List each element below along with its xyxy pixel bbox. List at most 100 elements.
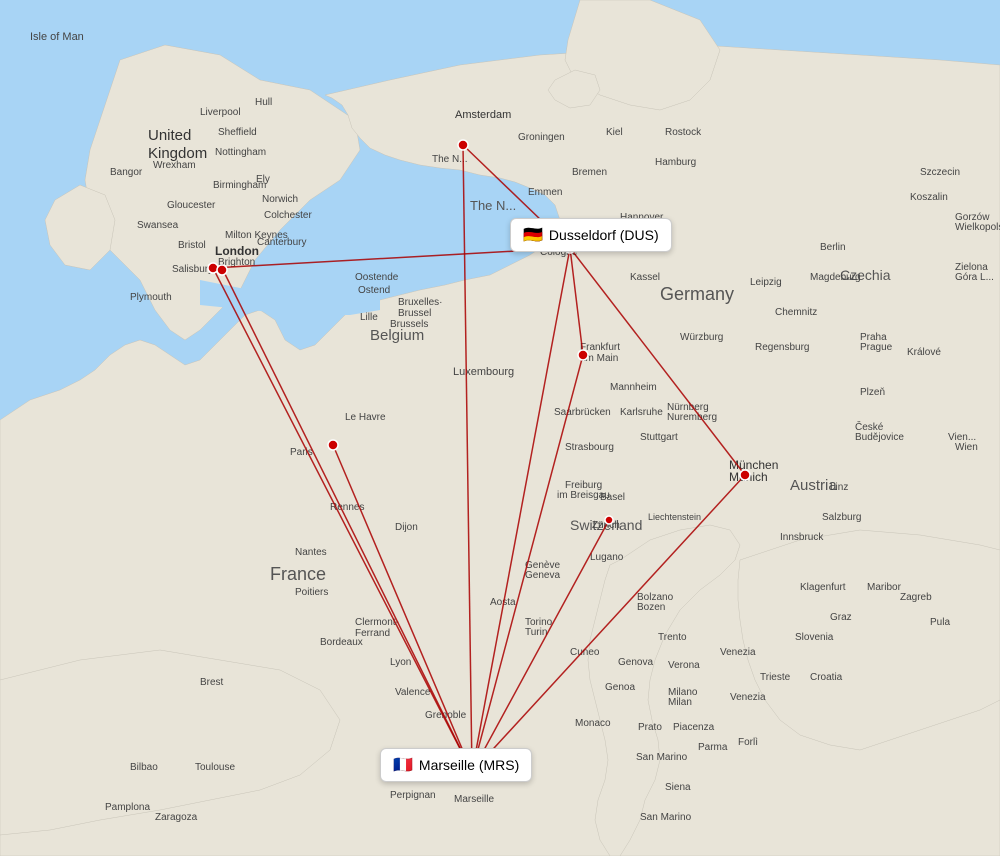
svg-text:Nottingham: Nottingham — [215, 147, 266, 158]
svg-text:Pula: Pula — [930, 617, 950, 628]
svg-text:Croatia: Croatia — [810, 672, 843, 683]
svg-text:Trieste: Trieste — [760, 672, 791, 683]
svg-text:Gloucester: Gloucester — [167, 200, 216, 211]
svg-text:Perpignan: Perpignan — [390, 790, 436, 801]
svg-text:Dijon: Dijon — [395, 522, 418, 533]
svg-text:Bilbao: Bilbao — [130, 762, 158, 773]
svg-text:Amsterdam: Amsterdam — [455, 109, 511, 121]
svg-text:Bielefeld: Bielefeld — [608, 242, 646, 253]
svg-text:Venezia: Venezia — [720, 647, 756, 658]
svg-text:Genova: Genova — [618, 657, 653, 668]
svg-text:Berlin: Berlin — [820, 242, 846, 253]
svg-text:Kassel: Kassel — [630, 272, 660, 283]
svg-text:Szczecin: Szczecin — [920, 167, 960, 178]
svg-text:Geneva: Geneva — [525, 570, 560, 581]
svg-text:Ferrand: Ferrand — [355, 628, 390, 639]
svg-text:Pamplona: Pamplona — [105, 802, 150, 813]
svg-text:Wien: Wien — [955, 442, 978, 453]
svg-text:Bristol: Bristol — [178, 240, 206, 251]
svg-text:Salisbury: Salisbury — [172, 264, 213, 275]
svg-text:Ely: Ely — [256, 174, 270, 185]
svg-text:Swansea: Swansea — [137, 220, 179, 231]
map-container: Isle of Man United Kingdom France German… — [0, 0, 1000, 856]
svg-text:Rostock: Rostock — [665, 127, 702, 138]
svg-text:Brussel: Brussel — [398, 308, 431, 319]
svg-text:Bozen: Bozen — [637, 602, 665, 613]
svg-text:San Marino: San Marino — [636, 752, 688, 763]
svg-text:France: France — [270, 564, 326, 584]
svg-text:Linz: Linz — [830, 482, 848, 493]
svg-text:Salzburg: Salzburg — [822, 512, 861, 523]
svg-text:Vien...: Vien... — [948, 432, 976, 443]
svg-text:Hull: Hull — [255, 97, 272, 108]
svg-text:Hamburg: Hamburg — [655, 157, 696, 168]
svg-text:Karlsruhe: Karlsruhe — [620, 407, 663, 418]
svg-text:Nuremberg: Nuremberg — [667, 412, 717, 423]
svg-text:Piacenza: Piacenza — [673, 722, 715, 733]
svg-text:Regensburg: Regensburg — [755, 342, 809, 353]
svg-text:Maribor: Maribor — [867, 582, 902, 593]
svg-text:Forlì: Forlì — [738, 737, 758, 748]
svg-text:Slovenia: Slovenia — [795, 632, 834, 643]
svg-text:Lille: Lille — [360, 312, 378, 323]
svg-text:Hanover: Hanover — [618, 222, 656, 233]
svg-text:Mannheim: Mannheim — [610, 382, 657, 393]
svg-text:Graz: Graz — [830, 612, 852, 623]
svg-text:Koszalin: Koszalin — [910, 192, 948, 203]
svg-text:Chemnitz: Chemnitz — [775, 307, 817, 318]
svg-text:Lyon: Lyon — [390, 657, 411, 668]
svg-text:Liverpool: Liverpool — [200, 107, 241, 118]
svg-text:Sheffield: Sheffield — [218, 127, 257, 138]
svg-text:Wrexham: Wrexham — [153, 160, 196, 171]
svg-text:Poitiers: Poitiers — [295, 587, 328, 598]
svg-text:Marseille: Marseille — [454, 794, 494, 805]
svg-text:Würzburg: Würzburg — [680, 332, 723, 343]
svg-text:Lugano: Lugano — [590, 552, 624, 563]
svg-text:Colchester: Colchester — [264, 210, 312, 221]
svg-text:Bangor: Bangor — [110, 167, 143, 178]
svg-text:Góra L...: Góra L... — [955, 272, 994, 283]
svg-text:Saarbrücken: Saarbrücken — [554, 407, 611, 418]
svg-text:Strasbourg: Strasbourg — [565, 442, 614, 453]
svg-text:San Marino: San Marino — [640, 812, 692, 823]
svg-text:Isle of Man: Isle of Man — [30, 31, 84, 43]
svg-text:Canterbury: Canterbury — [257, 237, 306, 248]
svg-text:Leipzig: Leipzig — [750, 277, 782, 288]
svg-text:Norwich: Norwich — [262, 194, 298, 205]
svg-text:Valence: Valence — [395, 687, 431, 698]
svg-text:Emmen: Emmen — [528, 187, 562, 198]
svg-text:Bremen: Bremen — [572, 167, 607, 178]
svg-text:Stuttgart: Stuttgart — [640, 432, 678, 443]
svg-text:Bruxelles·: Bruxelles· — [398, 297, 442, 308]
svg-text:Monaco: Monaco — [575, 718, 611, 729]
svg-text:Groningen: Groningen — [518, 132, 565, 143]
svg-text:Zaragoza: Zaragoza — [155, 812, 198, 823]
svg-text:Innsbruck: Innsbruck — [780, 532, 824, 543]
svg-text:Plzeň: Plzeň — [860, 387, 885, 398]
svg-text:Genoa: Genoa — [605, 682, 635, 693]
svg-text:The N...: The N... — [432, 154, 468, 165]
svg-text:Brest: Brest — [200, 677, 224, 688]
svg-text:Plymouth: Plymouth — [130, 292, 172, 303]
svg-text:Klagenfurt: Klagenfurt — [800, 582, 846, 593]
svg-text:Turin: Turin — [525, 627, 547, 638]
svg-text:Liechtenstein: Liechtenstein — [648, 512, 701, 522]
svg-text:Oostende: Oostende — [355, 272, 399, 283]
svg-text:Ostend: Ostend — [358, 285, 390, 296]
svg-text:London: London — [215, 244, 259, 258]
svg-text:Germany: Germany — [660, 284, 734, 304]
svg-text:Wielkopolski: Wielkopolski — [955, 222, 1000, 233]
svg-text:The N...: The N... — [470, 198, 516, 213]
svg-text:Trento: Trento — [658, 632, 687, 643]
svg-text:Parma: Parma — [698, 742, 728, 753]
svg-text:Prato: Prato — [638, 722, 662, 733]
svg-text:Králové: Králové — [907, 347, 941, 358]
svg-text:Luxembourg: Luxembourg — [453, 366, 514, 378]
svg-text:Venezia: Venezia — [730, 692, 766, 703]
svg-text:Basel: Basel — [600, 492, 625, 503]
svg-text:Zagreb: Zagreb — [900, 592, 932, 603]
svg-text:Magdeburg: Magdeburg — [810, 272, 861, 283]
svg-text:Toulouse: Toulouse — [195, 762, 235, 773]
svg-text:Siena: Siena — [665, 782, 691, 793]
svg-text:Milan: Milan — [668, 697, 692, 708]
